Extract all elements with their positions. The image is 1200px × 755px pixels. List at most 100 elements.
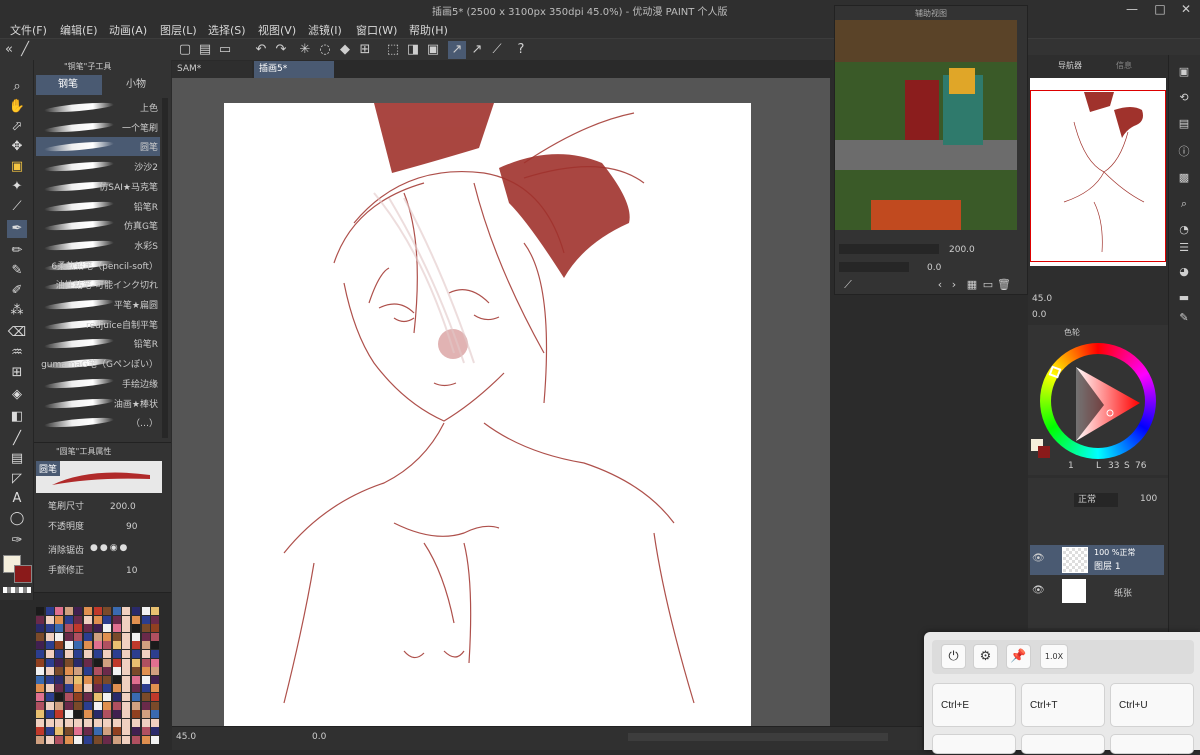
brush-item[interactable]: 6柔软铅笔（pencil-soft） xyxy=(36,256,160,275)
transform-icon[interactable]: ⊞ xyxy=(356,41,374,59)
color-swatch[interactable] xyxy=(93,736,102,744)
color-swatch[interactable] xyxy=(84,624,92,633)
save-icon[interactable]: ▭ xyxy=(216,41,234,59)
color-swatch[interactable] xyxy=(74,675,83,684)
info-icon[interactable]: ⓘ xyxy=(1177,145,1191,159)
color-swatch[interactable] xyxy=(112,684,121,693)
pen-icon[interactable]: ✒ xyxy=(7,220,27,238)
image-list-icon[interactable]: ▦ xyxy=(965,278,979,292)
color-swatch[interactable] xyxy=(103,693,112,701)
move-layer-icon[interactable]: ✥ xyxy=(7,138,27,156)
color-swatch[interactable] xyxy=(93,710,102,719)
menu-edit[interactable]: 编辑(E) xyxy=(60,22,98,38)
color-swatch[interactable] xyxy=(141,727,150,736)
color-swatch[interactable] xyxy=(45,684,54,693)
color-swatch[interactable] xyxy=(141,718,150,727)
color-swatch[interactable] xyxy=(74,684,83,693)
color-swatch[interactable] xyxy=(151,701,160,710)
color-swatch[interactable] xyxy=(74,624,83,633)
color-swatch[interactable] xyxy=(141,701,150,710)
color-swatch[interactable] xyxy=(93,693,102,701)
color-swatch[interactable] xyxy=(112,607,121,615)
transparent-swatch[interactable] xyxy=(3,587,31,593)
color-swatch[interactable] xyxy=(112,650,121,658)
menu-view[interactable]: 视图(V) xyxy=(258,22,296,38)
status-angle[interactable]: 0.0 xyxy=(312,732,326,742)
shortcut-key-row2[interactable] xyxy=(1021,734,1105,754)
color-swatch[interactable] xyxy=(132,727,140,736)
navigator-zoom[interactable]: 45.0 xyxy=(1032,294,1052,304)
color-swatch[interactable] xyxy=(74,615,83,624)
wheel-sub-color[interactable] xyxy=(1038,446,1050,458)
selection-icon[interactable]: ▣ xyxy=(7,158,27,176)
color-swatch[interactable] xyxy=(151,615,160,624)
menu-window[interactable]: 窗口(W) xyxy=(356,22,397,38)
color-swatch[interactable] xyxy=(112,727,121,736)
color-swatch[interactable] xyxy=(64,615,73,624)
navigator-tab[interactable]: 导航器 xyxy=(1058,60,1082,71)
shortcut-ctrl-t[interactable]: Ctrl+T xyxy=(1021,683,1105,727)
color-swatch[interactable] xyxy=(55,615,64,624)
color-swatch[interactable] xyxy=(74,641,83,650)
color-swatch[interactable] xyxy=(74,710,83,719)
color-swatch[interactable] xyxy=(64,701,73,710)
color-swatch[interactable] xyxy=(93,667,102,676)
layer-row-selected[interactable]: 👁 100 %正常 图层 1 xyxy=(1030,545,1164,575)
shortcut-key-row2[interactable] xyxy=(932,734,1016,754)
color-swatch[interactable] xyxy=(112,736,121,744)
color-swatch[interactable] xyxy=(112,624,121,633)
color-swatch[interactable] xyxy=(141,650,150,658)
color-swatch[interactable] xyxy=(55,710,64,719)
color-swatch[interactable] xyxy=(45,650,54,658)
color-swatch[interactable] xyxy=(132,736,140,744)
color-swatch[interactable] xyxy=(141,693,150,701)
brush-item[interactable]: 油画★棒状 xyxy=(36,394,160,413)
color-swatch[interactable] xyxy=(45,727,54,736)
color-swatch[interactable] xyxy=(84,650,92,658)
color-swatch[interactable] xyxy=(151,727,160,736)
text-icon[interactable]: A xyxy=(7,490,27,508)
help-icon[interactable]: ? xyxy=(512,41,530,59)
paper-layer-name[interactable]: 纸张 xyxy=(1114,586,1132,599)
color-swatch[interactable] xyxy=(93,718,102,727)
color-swatch[interactable] xyxy=(132,632,140,641)
tab-illustration5[interactable]: 插画5* xyxy=(254,61,334,78)
color-swatch[interactable] xyxy=(132,693,140,701)
color-swatch[interactable] xyxy=(122,658,131,667)
color-swatch[interactable] xyxy=(93,607,102,615)
color-swatch[interactable] xyxy=(45,624,54,633)
color-swatch[interactable] xyxy=(64,727,73,736)
brush-item[interactable]: 平笔★扁圆 xyxy=(36,295,160,314)
pencil-icon[interactable]: ✏ xyxy=(7,242,27,260)
color-swatch[interactable] xyxy=(132,701,140,710)
color-swatch[interactable] xyxy=(55,624,64,633)
color-swatch[interactable] xyxy=(45,693,54,701)
color-swatch[interactable] xyxy=(112,718,121,727)
color-swatch[interactable] xyxy=(112,615,121,624)
material-drop-icon[interactable]: ◕ xyxy=(1177,265,1191,279)
navigator-angle[interactable]: 0.0 xyxy=(1032,310,1046,320)
menu-layer[interactable]: 图层(L) xyxy=(160,22,197,38)
color-swatch[interactable] xyxy=(122,641,131,650)
color-swatch[interactable] xyxy=(45,667,54,676)
color-swatch[interactable] xyxy=(103,607,112,615)
sub-color-swatch[interactable] xyxy=(14,565,32,583)
color-swatch[interactable] xyxy=(103,701,112,710)
color-swatch[interactable] xyxy=(141,632,150,641)
shortcut-key-row2[interactable] xyxy=(1110,734,1194,754)
color-swatch[interactable] xyxy=(151,710,160,719)
color-swatch[interactable] xyxy=(74,607,83,615)
color-swatch[interactable] xyxy=(36,684,44,693)
color-swatch[interactable] xyxy=(122,693,131,701)
info-tab[interactable]: 信息 xyxy=(1116,60,1132,71)
color-swatch[interactable] xyxy=(122,615,131,624)
open-file-icon[interactable]: ▤ xyxy=(196,41,214,59)
color-swatch[interactable] xyxy=(141,624,150,633)
color-swatch[interactable] xyxy=(103,736,112,744)
shortcut-ctrl-e[interactable]: Ctrl+E xyxy=(932,683,1016,727)
color-swatch[interactable] xyxy=(112,641,121,650)
color-swatch[interactable] xyxy=(93,658,102,667)
color-swatch[interactable] xyxy=(103,675,112,684)
tab-small[interactable]: 小物 xyxy=(104,75,168,95)
opacity-row[interactable]: 不透明度 90 xyxy=(36,519,166,539)
